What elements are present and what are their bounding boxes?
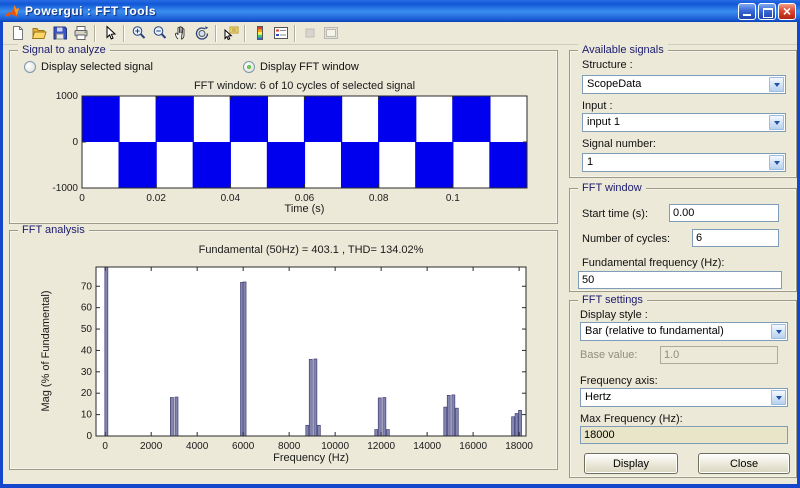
fft-analysis-panel: FFT analysis 020004000600080001000012000… <box>9 230 558 470</box>
toolbar-separator <box>94 25 96 42</box>
svg-text:16000: 16000 <box>459 441 487 452</box>
base-value-label: Base value: <box>580 349 637 361</box>
svg-text:60: 60 <box>81 303 93 314</box>
selection-arrow-icon[interactable] <box>99 23 120 43</box>
title-bar: Powergui : FFT Tools <box>0 0 800 22</box>
fft-window-title: FFT window <box>578 182 646 195</box>
chevron-down-icon[interactable] <box>771 324 786 339</box>
display-style-label: Display style : <box>580 309 648 321</box>
svg-text:1000: 1000 <box>56 91 79 102</box>
fft-settings-panel: FFT settings Display style : Bar (relati… <box>569 300 797 478</box>
powergui-fft-tools-window: Powergui : FFT Tools <box>0 0 800 488</box>
open-file-icon[interactable] <box>28 23 49 43</box>
number-of-cycles-input[interactable] <box>692 229 779 247</box>
number-of-cycles-label: Number of cycles: <box>582 233 670 245</box>
chevron-down-icon[interactable] <box>771 390 786 405</box>
svg-text:40: 40 <box>81 345 93 356</box>
chevron-down-icon[interactable] <box>769 115 784 130</box>
signal-number-label: Signal number: <box>582 138 656 150</box>
data-cursor-icon[interactable] <box>220 23 241 43</box>
show-plot-tools-icon <box>320 23 341 43</box>
svg-text:2000: 2000 <box>140 441 163 452</box>
base-value-input <box>660 346 778 364</box>
start-time-label: Start time (s): <box>582 208 648 220</box>
available-signals-title: Available signals <box>578 44 668 57</box>
svg-text:18000: 18000 <box>505 441 533 452</box>
radio-display-selected-signal[interactable]: Display selected signal <box>24 61 153 73</box>
display-style-dropdown[interactable]: Bar (relative to fundamental) <box>580 322 788 341</box>
svg-text:0: 0 <box>102 441 108 452</box>
minimize-button[interactable] <box>738 3 756 20</box>
fundamental-frequency-input[interactable] <box>578 271 782 289</box>
svg-text:4000: 4000 <box>186 441 209 452</box>
svg-text:0: 0 <box>72 137 78 148</box>
print-icon[interactable] <box>70 23 91 43</box>
svg-text:8000: 8000 <box>278 441 301 452</box>
structure-dropdown[interactable]: ScopeData <box>582 75 786 94</box>
radio-button-selected-icon <box>243 61 255 73</box>
new-document-icon[interactable] <box>7 23 28 43</box>
fft-window-panel: FFT window Start time (s): Number of cyc… <box>569 188 797 292</box>
close-button[interactable]: Close <box>698 453 790 474</box>
zoom-in-icon[interactable] <box>128 23 149 43</box>
pan-hand-icon[interactable] <box>170 23 191 43</box>
svg-text:0: 0 <box>86 431 92 442</box>
svg-text:50: 50 <box>81 324 93 335</box>
svg-text:20: 20 <box>81 388 93 399</box>
close-window-button[interactable] <box>778 3 796 20</box>
signal-number-dropdown[interactable]: 1 <box>582 153 786 172</box>
radio-button-icon <box>24 61 36 73</box>
frequency-axis-label: Frequency axis: <box>580 375 658 387</box>
fft-xlabel: Frequency (Hz) <box>96 452 526 464</box>
zoom-out-icon[interactable] <box>149 23 170 43</box>
save-icon[interactable] <box>49 23 70 43</box>
fft-settings-title: FFT settings <box>578 294 647 307</box>
input-dropdown[interactable]: input 1 <box>582 113 786 132</box>
toolbar-separator <box>215 25 217 42</box>
max-frequency-input <box>580 426 788 444</box>
rotate-3d-icon[interactable] <box>191 23 212 43</box>
figure-toolbar <box>3 22 797 45</box>
chevron-down-icon[interactable] <box>769 155 784 170</box>
waveform-xlabel: Time (s) <box>82 203 527 215</box>
fundamental-frequency-label: Fundamental frequency (Hz): <box>582 257 724 269</box>
svg-text:10: 10 <box>81 410 93 421</box>
fft-title: Fundamental (50Hz) = 403.1 , THD= 134.02… <box>96 244 526 256</box>
signal-waveform-plot: 00.020.040.060.080.1-100001000 <box>10 51 559 225</box>
brush-data-icon <box>299 23 320 43</box>
input-label: Input : <box>582 100 613 112</box>
waveform-title: FFT window: 6 of 10 cycles of selected s… <box>82 80 527 92</box>
max-frequency-label: Max Frequency (Hz): <box>580 413 683 425</box>
radio-display-fft-window[interactable]: Display FFT window <box>243 61 359 73</box>
fft-bar-plot: 0 2000 4000 6000 8000 10000 12000 14000 16000 180… <box>10 231 559 471</box>
matlab-logo-icon <box>4 3 20 19</box>
toolbar-separator <box>244 25 246 42</box>
fft-ylabel: Mag (% of Fundamental) <box>40 290 52 411</box>
window-title: Powergui : FFT Tools <box>25 4 736 18</box>
svg-text:12000: 12000 <box>367 441 395 452</box>
svg-text:6000: 6000 <box>232 441 255 452</box>
display-button[interactable]: Display <box>584 453 678 474</box>
svg-text:70: 70 <box>81 281 93 292</box>
maximize-button[interactable] <box>758 3 776 20</box>
insert-legend-icon[interactable] <box>270 23 291 43</box>
start-time-input[interactable] <box>669 204 779 222</box>
chevron-down-icon[interactable] <box>769 77 784 92</box>
toolbar-separator <box>123 25 125 42</box>
toolbar-separator <box>294 25 296 42</box>
structure-label: Structure : <box>582 59 633 71</box>
frequency-axis-dropdown[interactable]: Hertz <box>580 388 788 407</box>
signal-to-analyze-panel: Signal to analyze 00.020.040.060.080.1-1… <box>9 50 558 224</box>
svg-text:30: 30 <box>81 367 93 378</box>
insert-colorbar-icon[interactable] <box>249 23 270 43</box>
svg-text:14000: 14000 <box>413 441 441 452</box>
svg-text:-1000: -1000 <box>52 183 78 194</box>
svg-text:10000: 10000 <box>321 441 349 452</box>
available-signals-panel: Available signals Structure : ScopeData … <box>569 50 797 178</box>
